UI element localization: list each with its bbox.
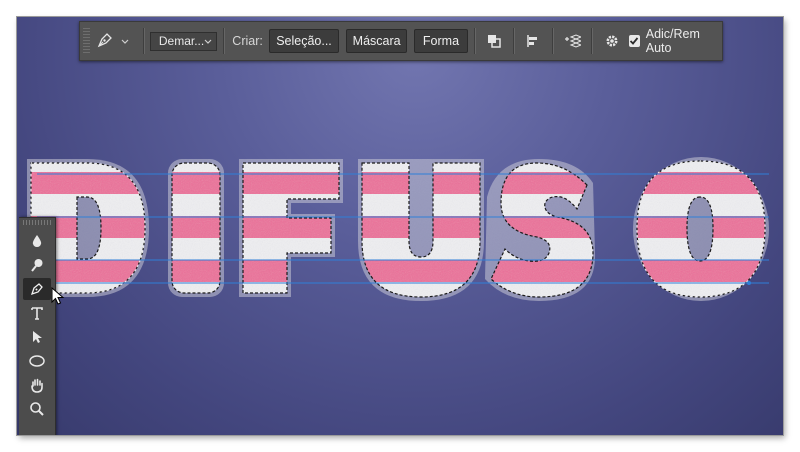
hand-tool[interactable] bbox=[23, 374, 51, 396]
separator bbox=[223, 28, 225, 54]
chevron-down-icon bbox=[121, 34, 129, 48]
separator bbox=[142, 28, 144, 54]
pen-icon bbox=[96, 31, 114, 52]
dodge-icon bbox=[31, 259, 43, 272]
path-alignment-icon[interactable] bbox=[523, 30, 543, 52]
mouse-cursor-icon bbox=[51, 287, 65, 305]
path-selection-tool[interactable] bbox=[23, 326, 51, 348]
blur-icon bbox=[32, 235, 42, 247]
mode-dropdown-value: Demar... bbox=[158, 34, 205, 48]
pen-tool[interactable] bbox=[23, 278, 51, 300]
options-bar-grip[interactable] bbox=[83, 28, 91, 54]
zoom-icon bbox=[30, 402, 44, 416]
create-label: Criar: bbox=[232, 34, 263, 48]
selection-button[interactable]: Seleção... bbox=[268, 29, 340, 53]
type-icon bbox=[31, 307, 43, 320]
mask-button[interactable]: Máscara bbox=[346, 29, 408, 53]
path-operations-icon[interactable] bbox=[484, 30, 504, 52]
checkmark-icon bbox=[630, 37, 639, 45]
gear-icon[interactable] bbox=[601, 30, 621, 52]
difuso-artwork bbox=[17, 17, 783, 435]
tools-panel-grip[interactable] bbox=[23, 220, 51, 225]
separator bbox=[552, 28, 554, 54]
separator bbox=[513, 28, 514, 54]
path-arrangement-icon[interactable] bbox=[562, 30, 582, 52]
ellipse-icon bbox=[29, 355, 45, 367]
mode-dropdown[interactable]: Demar... bbox=[149, 31, 218, 51]
screenshot-frame: Demar... Criar: Seleção... Máscara Forma… bbox=[17, 17, 783, 435]
chevron-down-icon bbox=[204, 34, 212, 48]
tool-preset-picker[interactable] bbox=[96, 26, 137, 56]
auto-add-delete-checkbox[interactable] bbox=[628, 35, 640, 47]
tools-panel bbox=[19, 217, 56, 435]
pen-icon bbox=[30, 283, 43, 296]
shape-button[interactable]: Forma bbox=[414, 29, 468, 53]
auto-add-delete-label: Adic/Rem Auto bbox=[645, 27, 700, 55]
hand-icon bbox=[31, 378, 43, 393]
blur-tool[interactable] bbox=[23, 230, 51, 252]
options-bar: Demar... Criar: Seleção... Máscara Forma… bbox=[79, 21, 723, 61]
zoom-tool[interactable] bbox=[23, 398, 51, 420]
dodge-tool[interactable] bbox=[23, 254, 51, 276]
separator bbox=[591, 28, 593, 54]
document-canvas[interactable] bbox=[17, 17, 783, 435]
path-selection-icon bbox=[33, 331, 42, 343]
type-tool[interactable] bbox=[23, 302, 51, 324]
ellipse-tool[interactable] bbox=[23, 350, 51, 372]
separator bbox=[473, 28, 475, 54]
